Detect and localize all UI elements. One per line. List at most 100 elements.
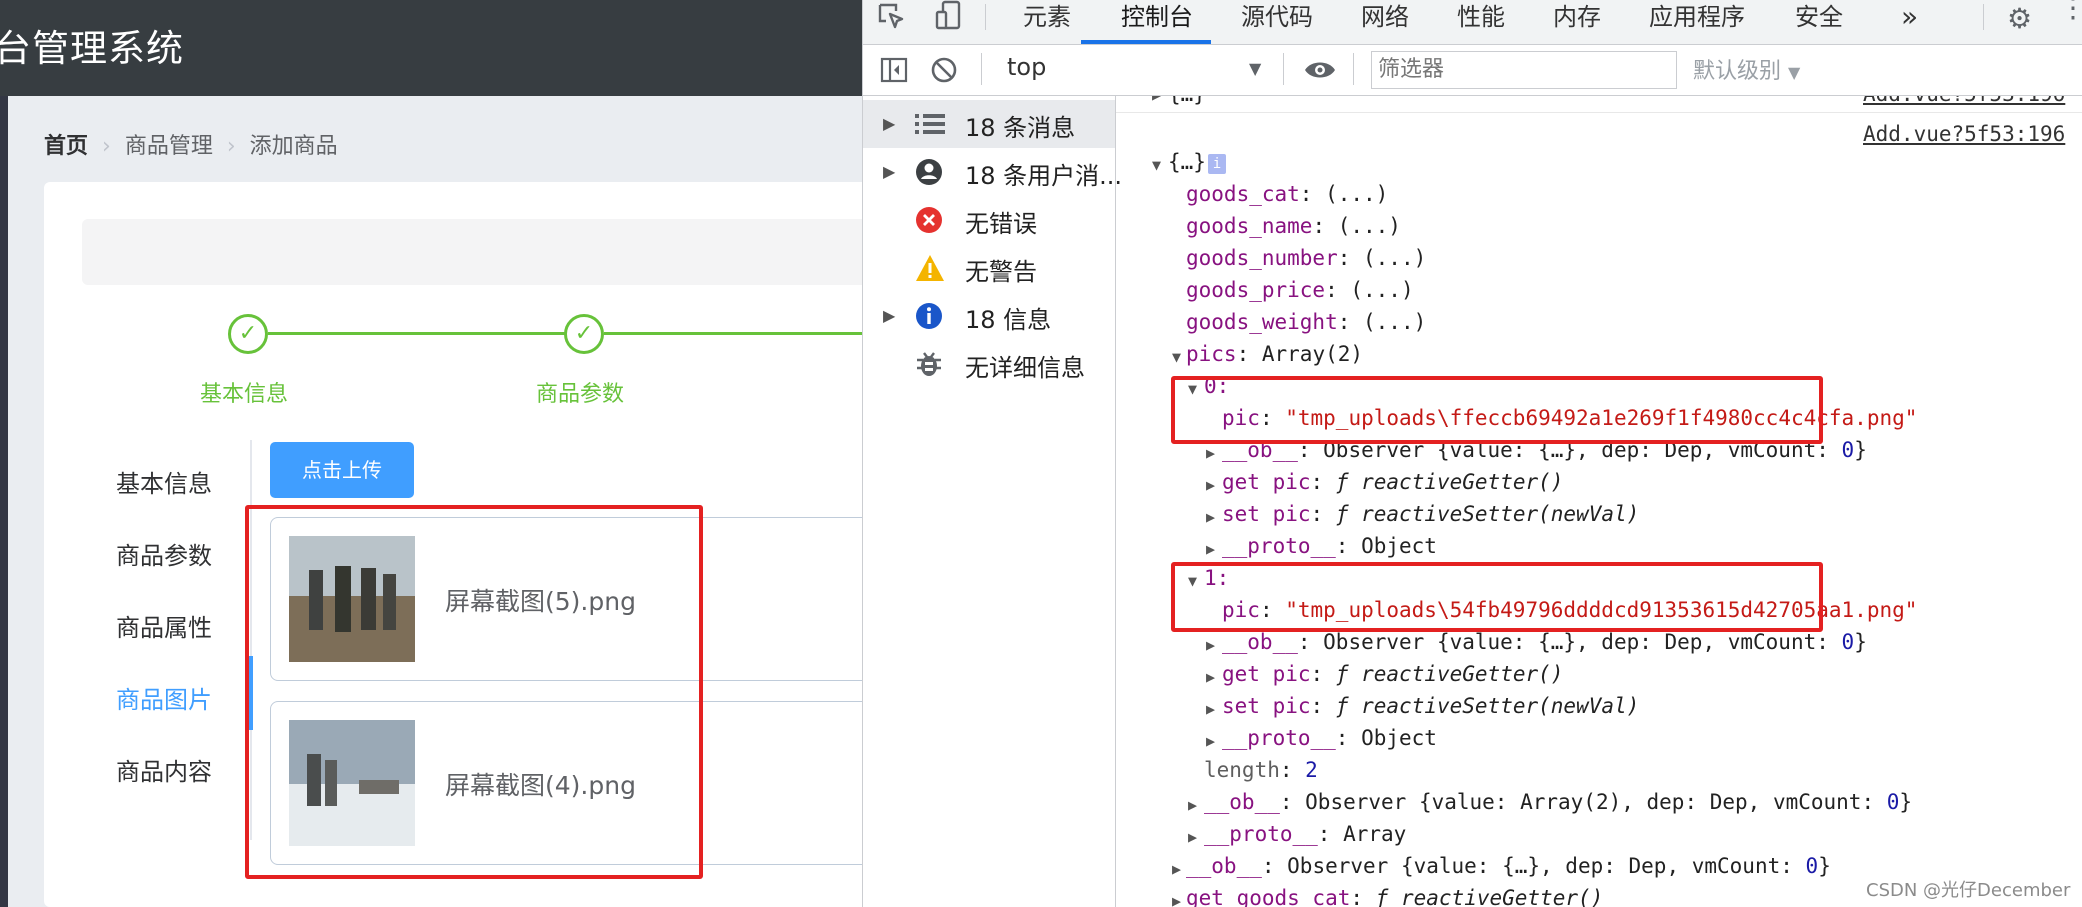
expand-arrow-icon[interactable]: ▶ — [1206, 732, 1215, 750]
more-tabs-icon[interactable]: » — [1901, 0, 1918, 44]
prop-setter: set pic: ƒ reactiveSetter(newVal) — [1222, 694, 1640, 718]
context-dropdown-icon[interactable]: ▼ — [1249, 59, 1261, 78]
sidebar-item-info[interactable]: ▶ 18 信息 — [863, 292, 1115, 340]
expand-arrow-icon[interactable]: ▶ — [1188, 796, 1197, 814]
expand-arrow-icon[interactable]: ▶ — [1152, 96, 1161, 104]
breadcrumb-goods-management: 商品管理 — [124, 134, 213, 159]
device-toolbar-icon[interactable] — [935, 0, 965, 32]
console-sidebar: ▶ 18 条消息 ▶ 18 条用户消... 无错误 无警告 ▶ 18 信息 无详… — [863, 96, 1122, 907]
expand-arrow-icon[interactable]: ▶ — [1206, 668, 1215, 686]
step-title-goods-params: 商品参数 — [536, 382, 625, 407]
tab-performance[interactable]: 性能 — [1457, 0, 1505, 44]
tab-memory[interactable]: 内存 — [1553, 0, 1601, 44]
live-expression-eye-icon[interactable] — [1303, 55, 1337, 85]
source-link[interactable]: Add.vue?5f53:196 — [1863, 122, 2065, 146]
tab-network[interactable]: 网络 — [1361, 0, 1409, 44]
step-title-basic-info: 基本信息 — [200, 382, 289, 407]
tab-goods-params[interactable]: 商品参数 — [116, 536, 212, 571]
sidebar-item-label: 无警告 — [965, 258, 1037, 286]
prop-proto: __proto__: Object — [1222, 534, 1437, 558]
prop-array-proto: __proto__: Array — [1204, 822, 1407, 846]
tab-goods-content[interactable]: 商品内容 — [116, 752, 212, 787]
log-level-select[interactable]: 默认级别 ▼ — [1693, 53, 1800, 85]
sidebar-item-label: 18 条消息 — [965, 114, 1076, 142]
expand-arrow-icon[interactable]: ▶ — [883, 162, 895, 181]
sidebar-item-label: 18 条用户消... — [965, 162, 1123, 190]
app-header: 台管理系统 — [0, 0, 862, 96]
prop-length: length: 2 — [1204, 758, 1318, 782]
sidebar-item-label: 无详细信息 — [965, 354, 1085, 382]
list-icon — [915, 114, 945, 134]
sidebar-item-user-messages[interactable]: ▶ 18 条用户消... — [863, 148, 1122, 196]
log-entry-preview[interactable]: {…} — [1168, 96, 1206, 106]
prop-object-observer: __ob__: Observer {value: {…}, dep: Dep, … — [1186, 854, 1831, 878]
prop-goods-price: goods_price: (...) — [1186, 278, 1414, 302]
sidebar-item-messages[interactable]: ▶ 18 条消息 — [863, 100, 1115, 148]
tab-security[interactable]: 安全 — [1795, 0, 1843, 44]
info-alert — [82, 219, 862, 285]
prop-goods-number: goods_number: (...) — [1186, 246, 1427, 270]
tab-console[interactable]: 控制台 — [1121, 0, 1193, 44]
tab-goods-attributes[interactable]: 商品属性 — [116, 608, 212, 643]
console-toolbar: top ▼ 筛选器 默认级别 ▼ — [863, 45, 2082, 96]
expand-arrow-icon[interactable]: ▶ — [1172, 860, 1181, 878]
tab-application[interactable]: 应用程序 — [1649, 0, 1745, 44]
inspect-element-icon[interactable] — [877, 2, 907, 32]
toolbar-divider — [1283, 53, 1284, 85]
expand-arrow-icon[interactable]: ▶ — [883, 306, 895, 325]
sidebar-item-warnings[interactable]: 无警告 — [863, 244, 1115, 292]
prop-pics: pics: Array(2) — [1186, 342, 1364, 366]
expand-arrow-icon[interactable]: ▶ — [1188, 828, 1197, 846]
object-label[interactable]: {…} — [1168, 150, 1206, 174]
breadcrumb-home[interactable]: 首页 — [44, 134, 88, 159]
app-sidebar — [0, 96, 8, 907]
step-connector — [268, 332, 566, 335]
user-icon — [916, 159, 942, 185]
filter-input[interactable]: 筛选器 — [1371, 51, 1677, 89]
tab-elements[interactable]: 元素 — [1023, 0, 1071, 44]
breadcrumb: 首页 › 商品管理 › 添加商品 — [44, 128, 338, 160]
sidebar-item-label: 无错误 — [965, 210, 1037, 238]
source-link[interactable]: Add.vue?5f53:196 — [1863, 96, 2065, 106]
admin-app: 台管理系统 首页 › 商品管理 › 添加商品 ✓ ✓ 基本信息 商品参数 基本信息 商品… — [0, 0, 862, 907]
context-selector[interactable]: top — [1007, 53, 1046, 81]
info-icon — [916, 303, 942, 329]
toolbar-divider — [985, 4, 986, 30]
toolbar-divider — [1353, 53, 1354, 85]
expand-arrow-icon[interactable]: ▶ — [1206, 636, 1215, 654]
toolbar-divider — [981, 53, 982, 85]
prop-proto: __proto__: Object — [1222, 726, 1437, 750]
expand-arrow-icon[interactable]: ▶ — [1206, 444, 1215, 462]
devtools-tab-bar: 元素 控制台 源代码 网络 性能 内存 应用程序 安全 » ⚙ ⋮ — [863, 0, 2082, 45]
expand-arrow-icon[interactable]: ▶ — [883, 114, 895, 133]
clear-console-icon[interactable] — [929, 55, 959, 85]
sidebar-item-errors[interactable]: 无错误 — [863, 196, 1115, 244]
expand-arrow-icon[interactable]: ▶ — [1206, 700, 1215, 718]
expand-arrow-icon[interactable]: ▶ — [1206, 508, 1215, 526]
expand-arrow-icon[interactable]: ▶ — [1206, 540, 1215, 558]
prop-goods-cat: goods_cat: (...) — [1186, 182, 1389, 206]
tab-basic-info[interactable]: 基本信息 — [116, 464, 212, 499]
log-separator — [1116, 112, 2082, 113]
collapse-arrow-icon[interactable]: ▼ — [1172, 348, 1181, 366]
highlight-annotation — [245, 505, 703, 879]
sidebar-toggle-icon[interactable] — [879, 55, 909, 85]
error-icon — [916, 207, 942, 233]
expand-arrow-icon[interactable]: ▶ — [1172, 892, 1181, 907]
tab-goods-pictures[interactable]: 商品图片 — [116, 680, 212, 715]
highlight-annotation — [1171, 376, 1823, 444]
collapse-arrow-icon[interactable]: ▼ — [1152, 156, 1161, 174]
step-check-icon: ✓ — [228, 314, 268, 354]
expand-arrow-icon[interactable]: ▶ — [1206, 476, 1215, 494]
log-level-label: 默认级别 — [1693, 59, 1782, 84]
info-badge-icon: i — [1208, 154, 1226, 174]
settings-gear-icon[interactable]: ⚙ — [2007, 2, 2032, 35]
prop-getter: get pic: ƒ reactiveGetter() — [1222, 662, 1564, 686]
upload-button[interactable]: 点击上传 — [270, 442, 414, 498]
sidebar-item-label: 18 信息 — [965, 306, 1052, 334]
breadcrumb-separator: › — [102, 134, 111, 159]
active-tab-underline — [1081, 40, 1211, 44]
more-options-icon[interactable]: ⋮ — [2059, 0, 2082, 22]
tab-sources[interactable]: 源代码 — [1241, 0, 1313, 44]
sidebar-item-verbose[interactable]: 无详细信息 — [863, 340, 1115, 388]
